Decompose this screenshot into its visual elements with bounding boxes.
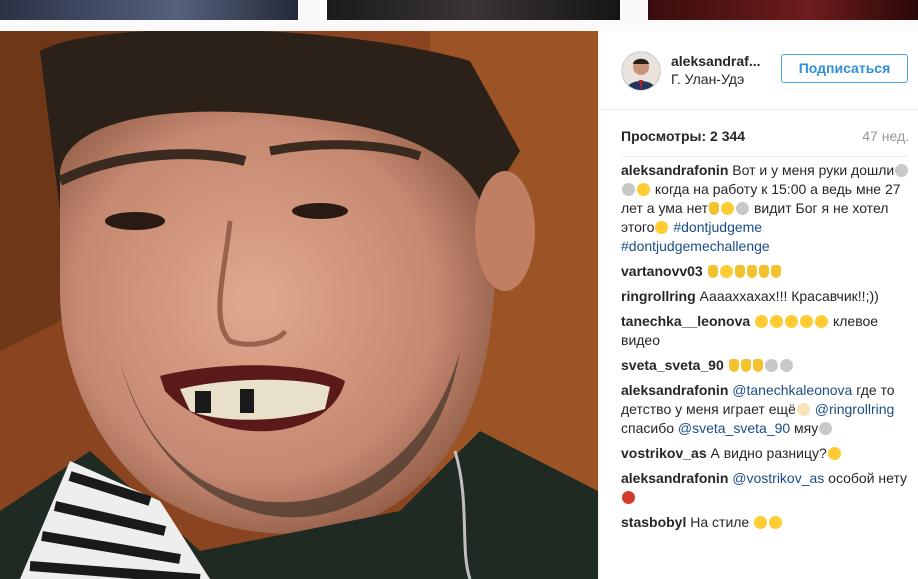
comment-text: А видно разницу?: [706, 445, 827, 461]
monkey-emoji: [796, 403, 810, 416]
post-header: aleksandraf... Г. Улан-Удэ Подписаться: [599, 31, 918, 110]
comment-text: мяу: [790, 420, 819, 436]
grin-emoji: [815, 315, 829, 328]
mention-link[interactable]: @ringrollring: [815, 401, 895, 417]
comment-username[interactable]: aleksandrafonin: [621, 470, 728, 486]
comment-username[interactable]: ringrollring: [621, 288, 696, 304]
comment-item: sveta_sveta_90: [621, 356, 911, 375]
nail-polish-emoji: [622, 183, 635, 196]
comment-item: vartanovv03: [621, 262, 911, 281]
comment-text: [724, 357, 728, 373]
grin-emoji: [655, 221, 669, 234]
grin-emoji: [721, 202, 735, 215]
post-details-panel: aleksandraf... Г. Улан-Удэ Подписаться П…: [598, 31, 918, 579]
follow-button[interactable]: Подписаться: [781, 54, 908, 83]
comment-text: [750, 313, 754, 329]
related-posts-strip: [0, 0, 918, 22]
mention-link[interactable]: @sveta_sveta_90: [678, 420, 790, 436]
comment-text: спасибо: [621, 420, 678, 436]
post-stats: Просмотры: 2 344 47 нед.: [621, 128, 909, 144]
comment-text: [703, 263, 707, 279]
post-time[interactable]: 47 нед.: [862, 128, 909, 144]
mention-link[interactable]: @vostrikov_as: [732, 470, 824, 486]
hand-emoji: [758, 265, 769, 278]
hand-emoji: [746, 265, 757, 278]
comment-username[interactable]: vostrikov_as: [621, 445, 707, 461]
post-location[interactable]: Г. Улан-Удэ: [671, 71, 744, 87]
cat-emoji: [764, 359, 778, 372]
post-photo[interactable]: [0, 31, 598, 579]
nail-polish-emoji: [736, 202, 750, 215]
comments-list: aleksandrafonin Вот и у меня руки дошли …: [621, 161, 911, 538]
nail-polish-emoji: [895, 164, 909, 177]
comment-username[interactable]: aleksandrafonin: [621, 382, 728, 398]
comment-item: ringrollring Ааааххахах!!! Красавчик!!;)…: [621, 287, 911, 306]
hand-emoji: [752, 359, 763, 372]
grin-emoji: [827, 447, 841, 460]
hand-emoji: [770, 265, 781, 278]
comment-username[interactable]: vartanovv03: [621, 263, 703, 279]
comment-item: stasbobyl На стиле: [621, 513, 911, 532]
comment-item: aleksandrafonin @tanechkaleonova где то …: [621, 381, 911, 438]
grin-emoji: [755, 315, 769, 328]
hashtag-link[interactable]: #dontjudgemechallenge: [621, 238, 770, 254]
cat-emoji: [779, 359, 793, 372]
hand-emoji: [728, 359, 739, 372]
hashtag-link[interactable]: #dontjudgeme: [673, 219, 762, 235]
grin-emoji: [769, 516, 783, 529]
comment-username[interactable]: sveta_sveta_90: [621, 357, 724, 373]
comment-item: aleksandrafonin Вот и у меня руки дошли …: [621, 161, 911, 256]
divider: [621, 156, 909, 157]
cat-emoji: [819, 422, 833, 435]
comment-text: На стиле: [686, 514, 754, 530]
hand-emoji: [709, 202, 720, 215]
comment-text: Ааааххахах!!! Красавчик!!;)): [695, 288, 879, 304]
views-count: Просмотры: 2 344: [621, 128, 746, 144]
avatar[interactable]: [621, 51, 661, 91]
devil-emoji: [622, 491, 635, 504]
grin-emoji: [800, 315, 814, 328]
post-username[interactable]: aleksandraf...: [671, 53, 761, 69]
comment-text: особой нету: [824, 470, 908, 486]
comment-username[interactable]: stasbobyl: [621, 514, 686, 530]
comment-username[interactable]: tanechka__leonova: [621, 313, 750, 329]
grin-emoji: [637, 183, 650, 196]
hand-emoji: [734, 265, 745, 278]
grin-emoji: [770, 315, 784, 328]
mention-link[interactable]: @tanechkaleonova: [732, 382, 852, 398]
related-post-thumbnail[interactable]: [327, 0, 620, 20]
grin-emoji: [754, 516, 768, 529]
related-post-thumbnail[interactable]: [0, 0, 298, 20]
comment-username[interactable]: aleksandrafonin: [621, 162, 728, 178]
comment-item: tanechka__leonova клевое видео: [621, 312, 911, 350]
grin-emoji: [785, 315, 799, 328]
related-post-thumbnail[interactable]: [648, 0, 918, 20]
grin-emoji: [719, 265, 733, 278]
hand-emoji: [707, 265, 718, 278]
hand-emoji: [740, 359, 751, 372]
comment-item: aleksandrafonin @vostrikov_as особой нет…: [621, 469, 911, 507]
comment-item: vostrikov_as А видно разницу?: [621, 444, 911, 463]
comment-text: Вот и у меня руки дошли: [728, 162, 895, 178]
